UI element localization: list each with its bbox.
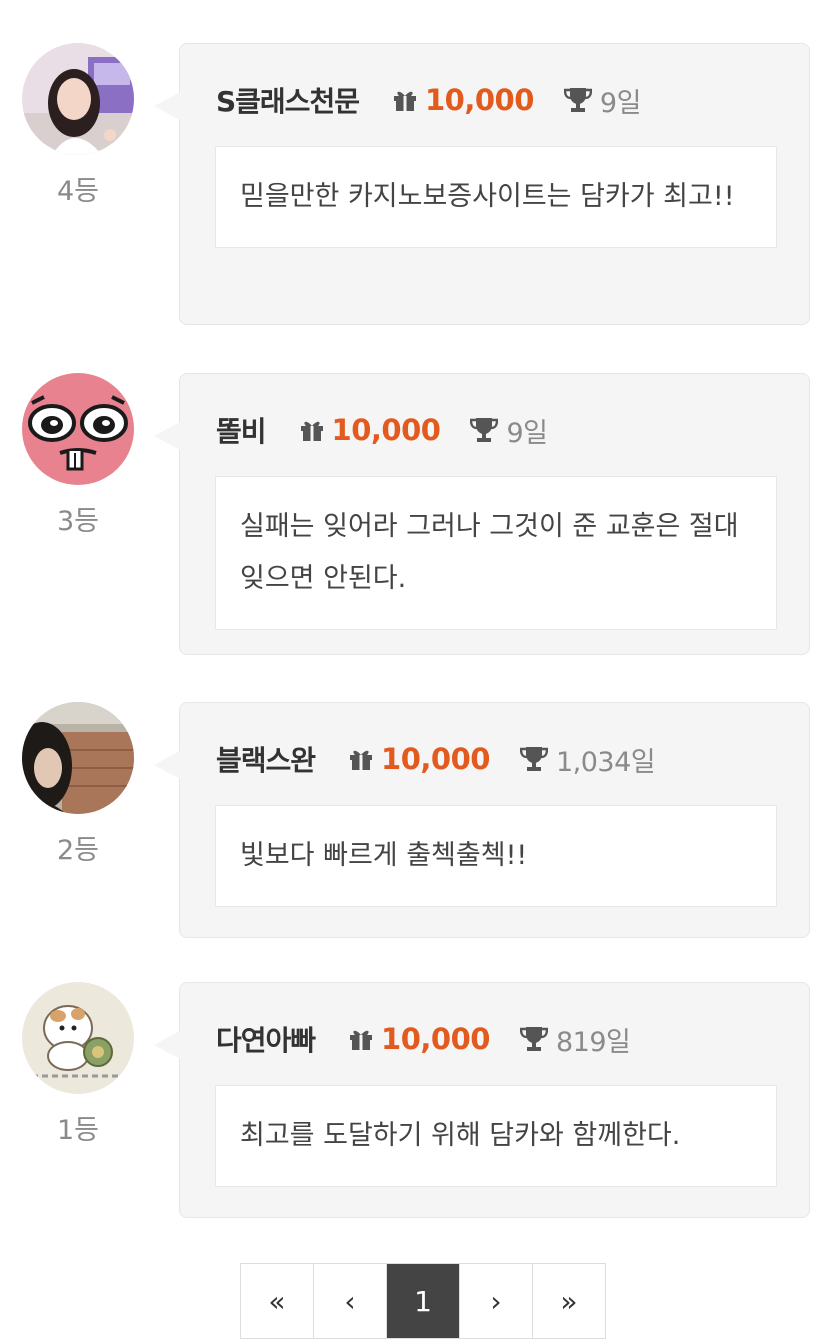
points-group: 10,000 [349,742,490,776]
days-group: 1,034일 [519,740,656,779]
gift-icon [350,1030,373,1050]
days-value: 9일 [506,417,548,449]
comment-text: 빛보다 빠르게 출첵출첵!! [215,805,777,907]
days-group: 819일 [519,1020,631,1059]
profile-photo-person-icon[interactable] [22,702,134,814]
attendance-entry: 1등 다연아빠 10,000 819일 최고를 도달하기 위해 담카와 함께한다… [0,982,835,1272]
username[interactable]: S클래스천문 [216,80,360,120]
comment-card: 다연아빠 10,000 819일 최고를 도달하기 위해 담카와 함께한다. [154,982,810,1218]
trophy-icon [519,1027,548,1051]
pink-cartoon-face-icon[interactable] [22,373,134,485]
trophy-icon [519,747,548,771]
attendance-entry: 4등 S클래스천문 10,000 9일 믿을만한 카지노보증사이트는 담카가 최… [0,43,835,333]
username[interactable]: 똘비 [216,410,267,450]
rank-label: 1등 [56,1115,100,1146]
comment-text: 실패는 잊어라 그러나 그것이 준 교훈은 절대 잊으면 안된다. [215,476,777,630]
rank-label: 2등 [56,835,100,866]
points-value: 10,000 [381,1022,490,1056]
last-page-button[interactable]: » [533,1264,605,1338]
rank-label: 4등 [56,176,100,207]
attendance-entry: 2등 블랙스완 10,000 1,034일 빛보다 빠르게 출첵출첵!! [0,702,835,992]
pagination: « ‹ 1 › » [240,1263,606,1339]
points-group: 10,000 [349,1022,490,1056]
days-value: 819일 [555,1026,631,1058]
comment-card: 블랙스완 10,000 1,034일 빛보다 빠르게 출첵출첵!! [154,702,810,938]
entry-meta: 똘비 10,000 9일 [216,410,548,450]
comment-text: 믿을만한 카지노보증사이트는 담카가 최고!! [215,146,777,248]
points-value: 10,000 [331,413,441,447]
attendance-entry: 3등 똘비 10,000 9일 실패는 잊어라 그러나 그것이 준 교훈은 절대… [0,373,835,663]
entry-meta: S클래스천문 10,000 9일 [216,80,641,120]
days-group: 9일 [470,411,548,450]
trophy-icon [470,418,499,442]
prev-page-button[interactable]: ‹ [314,1264,387,1338]
cartoon-hamster-icon[interactable] [22,982,134,1094]
next-page-button[interactable]: › [460,1264,533,1338]
points-value: 10,000 [381,742,490,776]
days-value: 1,034일 [555,746,656,778]
entry-meta: 다연아빠 10,000 819일 [216,1019,631,1059]
gift-icon [300,421,323,441]
points-group: 10,000 [393,83,534,117]
comment-card: S클래스천문 10,000 9일 믿을만한 카지노보증사이트는 담카가 최고!! [154,43,810,325]
username[interactable]: 다연아빠 [216,1019,316,1059]
days-group: 9일 [563,81,642,120]
gift-icon [393,91,416,111]
first-page-button[interactable]: « [241,1264,314,1338]
comment-text: 최고를 도달하기 위해 담카와 함께한다. [215,1085,777,1187]
days-value: 9일 [599,87,642,119]
trophy-icon [563,88,592,112]
rank-label: 3등 [56,506,100,537]
profile-photo-woman-icon[interactable] [22,43,134,155]
username[interactable]: 블랙스완 [216,739,316,779]
comment-card: 똘비 10,000 9일 실패는 잊어라 그러나 그것이 준 교훈은 절대 잊으… [154,373,810,655]
entry-meta: 블랙스완 10,000 1,034일 [216,739,656,779]
points-group: 10,000 [300,413,441,447]
gift-icon [350,750,373,770]
points-value: 10,000 [424,83,534,117]
current-page-button[interactable]: 1 [387,1264,460,1338]
